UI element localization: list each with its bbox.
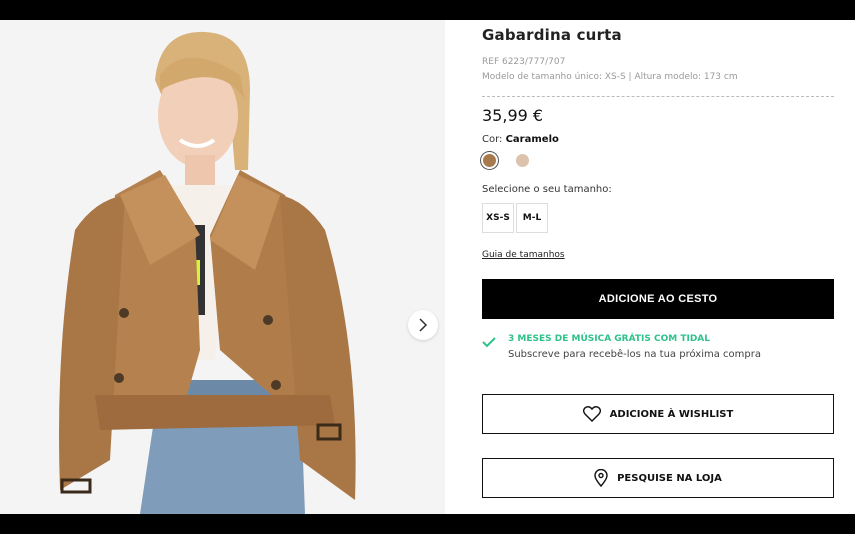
size-option-xs-s[interactable]: XS-S — [482, 203, 514, 233]
find-in-store-button[interactable]: PESQUISE NA LOJA — [482, 458, 834, 498]
color-swatch-caramelo[interactable] — [483, 154, 496, 167]
location-pin-icon — [594, 469, 608, 487]
model-info: Modelo de tamanho único: XS-S | Altura m… — [482, 72, 738, 82]
size-selector: XS-S M-L — [482, 203, 550, 233]
color-swatch-beige[interactable] — [516, 154, 529, 167]
next-image-button[interactable] — [408, 310, 438, 340]
divider — [482, 96, 834, 97]
product-price: 35,99 € — [482, 106, 544, 125]
heart-icon — [582, 406, 601, 422]
chevron-right-icon — [419, 318, 428, 332]
product-page: Gabardina curta REF 6223/777/707 Modelo … — [0, 20, 855, 514]
top-letterbox — [0, 0, 855, 20]
size-label: Selecione o seu tamanho: — [482, 184, 612, 195]
promo-subtitle: Subscreve para recebê-los na tua próxima… — [508, 349, 761, 360]
bottom-letterbox — [0, 514, 855, 534]
add-to-wishlist-button[interactable]: ADICIONE À WISHLIST — [482, 394, 834, 434]
size-guide-link[interactable]: Guia de tamanhos — [482, 250, 565, 260]
check-icon — [482, 333, 496, 352]
size-option-m-l[interactable]: M-L — [516, 203, 548, 233]
product-title: Gabardina curta — [482, 26, 622, 44]
model-photo — [0, 20, 445, 514]
color-label: Cor: — [482, 134, 503, 145]
wishlist-label: ADICIONE À WISHLIST — [609, 408, 734, 420]
add-to-cart-button[interactable]: ADICIONE AO CESTO — [482, 279, 834, 319]
color-row: Cor: Caramelo — [482, 134, 559, 145]
find-store-label: PESQUISE NA LOJA — [617, 472, 722, 484]
color-value: Caramelo — [505, 134, 559, 145]
product-image — [0, 20, 445, 514]
promo-title: 3 MESES DE MÚSICA GRÁTIS COM TIDAL — [508, 334, 710, 344]
product-reference: REF 6223/777/707 — [482, 57, 566, 67]
